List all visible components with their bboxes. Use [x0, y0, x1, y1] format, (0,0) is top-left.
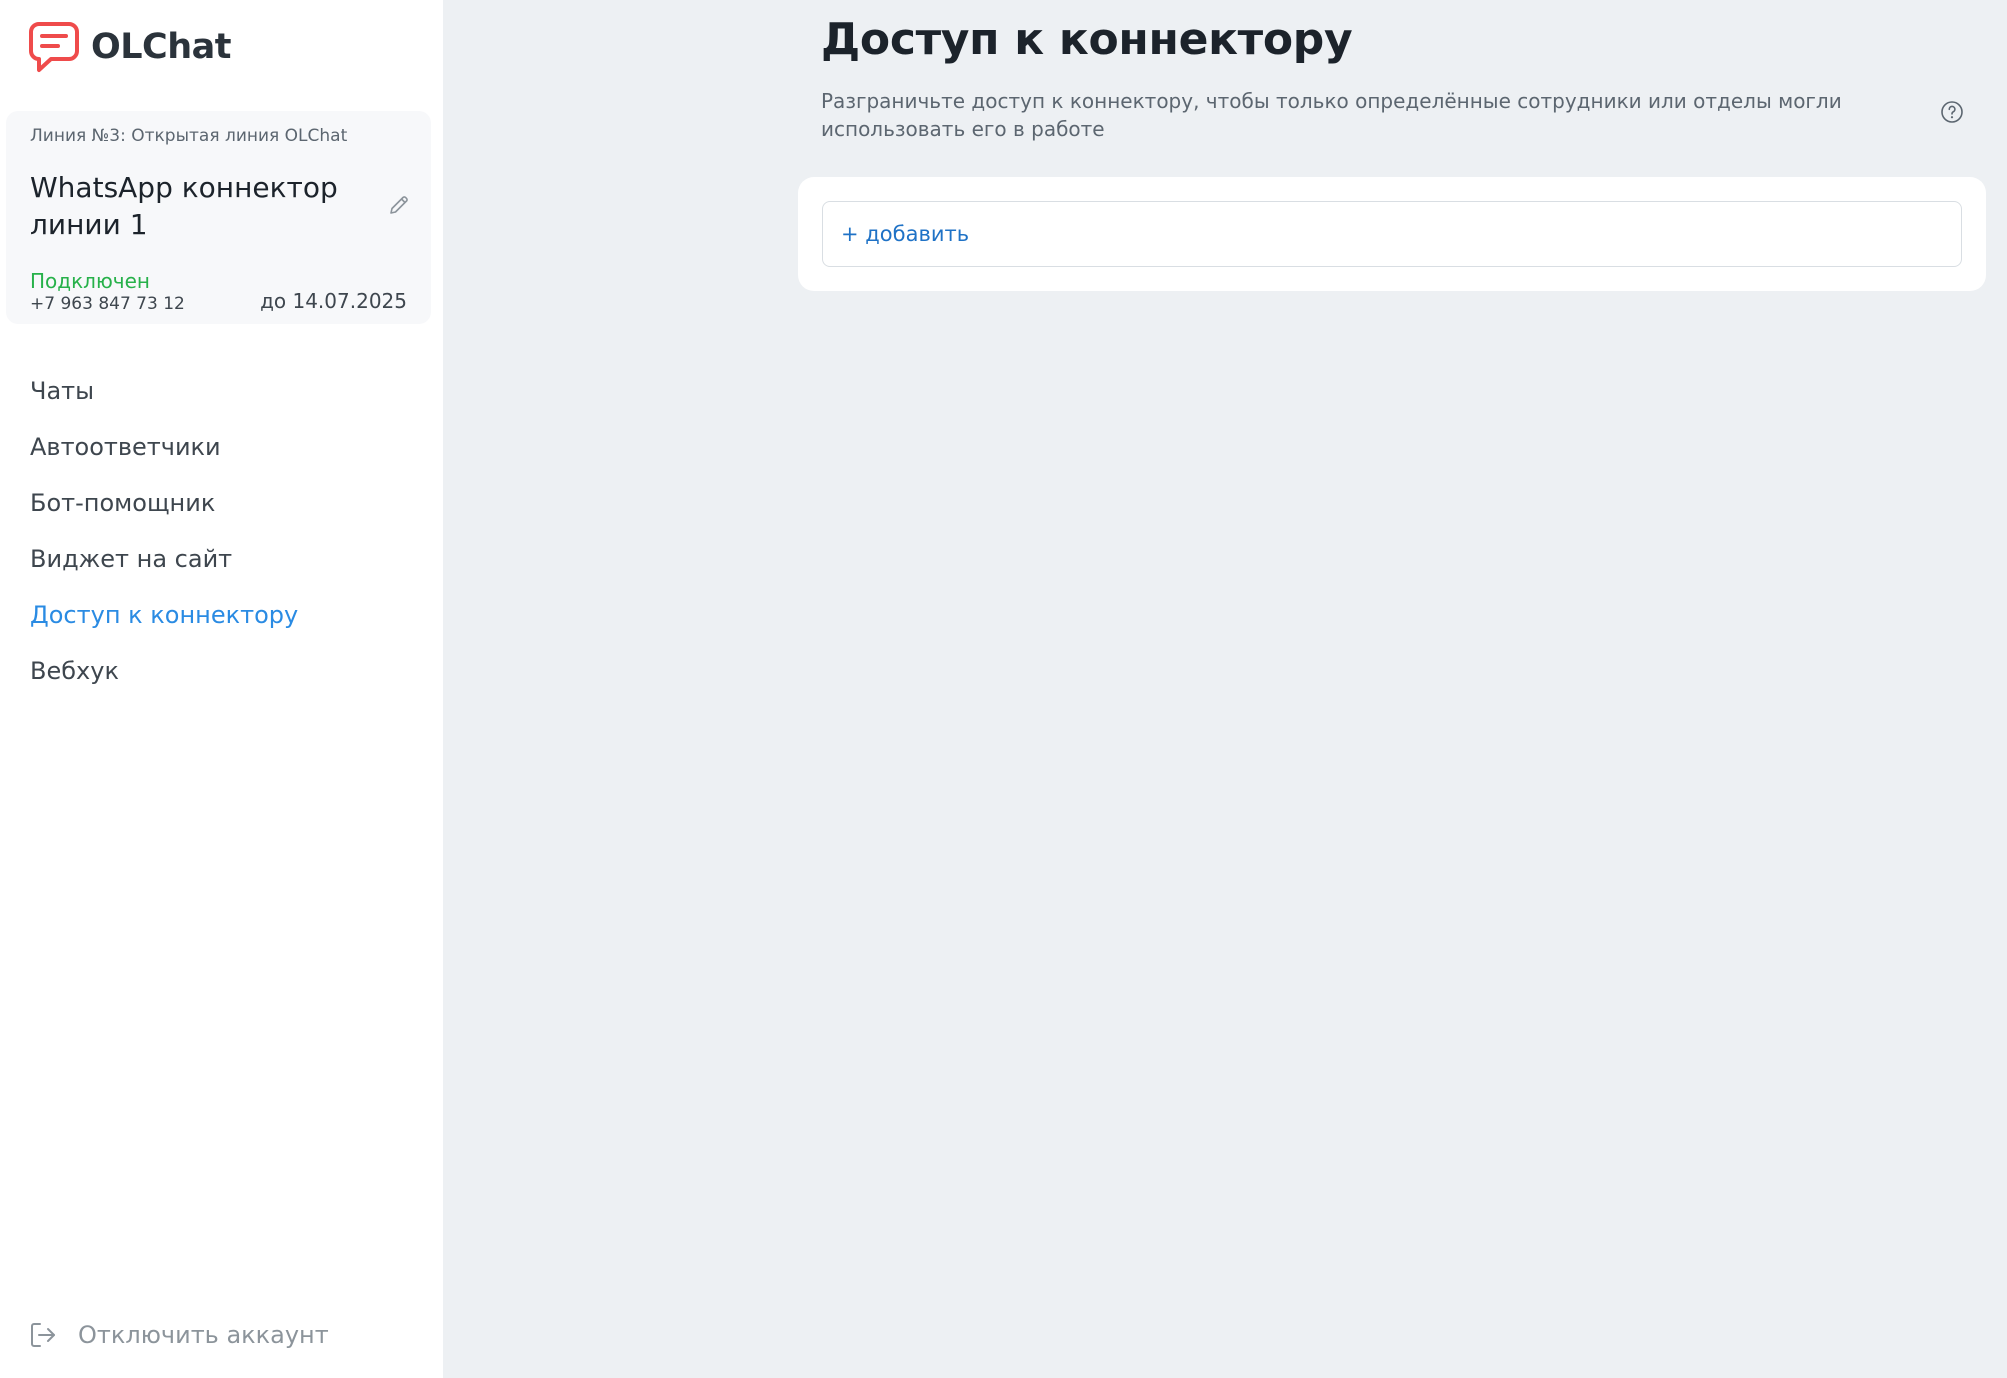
logout-label: Отключить аккаунт: [78, 1321, 329, 1349]
page-description: Разграничьте доступ к коннектору, чтобы …: [821, 89, 1842, 141]
chat-bubble-logo-icon: [29, 21, 79, 73]
subscription-expiry: до 14.07.2025: [260, 289, 407, 313]
logout-button[interactable]: Отключить аккаунт: [29, 1321, 329, 1349]
connection-status: Подключен: [30, 269, 150, 293]
pencil-icon: [388, 194, 410, 220]
add-access-button[interactable]: + добавить: [841, 222, 969, 246]
access-card: + добавить: [798, 177, 1986, 291]
question-circle-icon: [1940, 100, 1964, 124]
app-name: OLChat: [91, 27, 232, 67]
sidebar-item-site-widget[interactable]: Виджет на сайт: [30, 540, 298, 596]
sidebar-item-autoresponders[interactable]: Автоответчики: [30, 428, 298, 484]
access-list-box: + добавить: [822, 201, 1962, 267]
help-button[interactable]: [1940, 100, 1964, 124]
page-title: Доступ к коннектору: [821, 14, 1353, 65]
line-caption: Линия №3: Открытая линия OLChat: [30, 126, 348, 146]
sidebar-item-chats[interactable]: Чаты: [30, 372, 298, 428]
logout-icon: [29, 1321, 57, 1349]
sidebar-item-connector-access[interactable]: Доступ к коннектору: [30, 596, 298, 652]
sidebar-item-webhook[interactable]: Вебхук: [30, 652, 298, 708]
app-logo[interactable]: OLChat: [29, 21, 232, 73]
connector-card: Линия №3: Открытая линия OLChat WhatsApp…: [6, 111, 431, 324]
sidebar-item-bot-assistant[interactable]: Бот-помощник: [30, 484, 298, 540]
connector-name: WhatsApp коннектор линии 1: [30, 171, 338, 241]
sidebar: OLChat Линия №3: Открытая линия OLChat W…: [0, 0, 443, 1378]
sidebar-nav: Чаты Автоответчики Бот-помощник Виджет н…: [30, 372, 298, 708]
edit-connector-name-button[interactable]: [386, 194, 412, 220]
phone-number: +7 963 847 73 12: [30, 294, 185, 314]
